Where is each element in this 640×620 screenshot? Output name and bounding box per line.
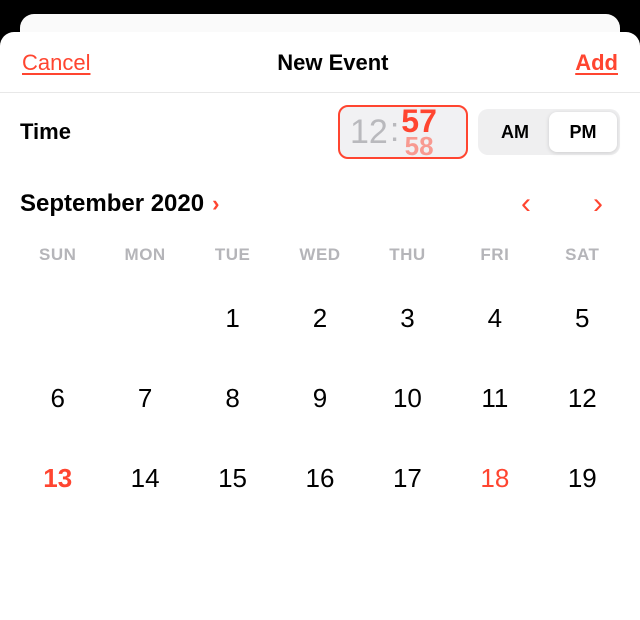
cancel-button[interactable]: Cancel [22, 50, 90, 76]
pm-option[interactable]: PM [549, 112, 617, 152]
calendar-day[interactable]: 5 [539, 295, 626, 341]
calendar-day[interactable]: 2 [276, 295, 363, 341]
calendar-empty-cell [101, 295, 188, 341]
time-picker[interactable]: 12 : 57 58 [338, 105, 468, 159]
calendar-day[interactable]: 7 [101, 375, 188, 421]
calendar-day[interactable]: 15 [189, 455, 276, 501]
add-button[interactable]: Add [575, 50, 618, 76]
time-row: Time 12 : 57 58 AM PM [0, 93, 640, 169]
time-colon: : [390, 111, 399, 150]
calendar-day[interactable]: 8 [189, 375, 276, 421]
time-minute-wheel[interactable]: 57 58 [401, 107, 437, 157]
calendar-day[interactable]: 6 [14, 375, 101, 421]
weekday-label: THU [364, 245, 451, 265]
weekday-label: WED [276, 245, 363, 265]
new-event-sheet: Cancel New Event Add Time 12 : 57 58 AM … [0, 32, 640, 620]
calendar-day[interactable]: 12 [539, 375, 626, 421]
header: Cancel New Event Add [0, 32, 640, 93]
weekday-label: MON [101, 245, 188, 265]
calendar-day[interactable]: 13 [14, 455, 101, 501]
month-selector[interactable]: September 2020 › [20, 190, 219, 218]
ampm-segmented: AM PM [478, 109, 620, 155]
calendar-day[interactable]: 14 [101, 455, 188, 501]
weekday-label: SUN [14, 245, 101, 265]
calendar-day[interactable]: 1 [189, 295, 276, 341]
calendar-day[interactable]: 18 [451, 455, 538, 501]
next-month-button[interactable]: › [586, 189, 610, 219]
calendar-empty-cell [14, 295, 101, 341]
calendar-grid: 12345678910111213141516171819 [0, 295, 640, 501]
calendar-day[interactable]: 19 [539, 455, 626, 501]
calendar-day[interactable]: 9 [276, 375, 363, 421]
month-nav: ‹ › [514, 189, 610, 219]
time-label: Time [20, 119, 71, 145]
am-option[interactable]: AM [481, 112, 549, 152]
time-minute-next: 58 [405, 135, 434, 157]
chevron-right-icon: › [212, 191, 219, 217]
month-label: September 2020 [20, 190, 204, 218]
calendar-day[interactable]: 4 [451, 295, 538, 341]
time-hour: 12 [350, 113, 388, 152]
time-controls: 12 : 57 58 AM PM [338, 105, 620, 159]
sheet-title: New Event [277, 50, 388, 76]
calendar-day[interactable]: 16 [276, 455, 363, 501]
weekday-label: FRI [451, 245, 538, 265]
weekday-label: TUE [189, 245, 276, 265]
calendar-day[interactable]: 10 [364, 375, 451, 421]
calendar-day[interactable]: 17 [364, 455, 451, 501]
calendar-day[interactable]: 3 [364, 295, 451, 341]
month-row: September 2020 › ‹ › [0, 169, 640, 229]
calendar-day[interactable]: 11 [451, 375, 538, 421]
weekday-header: SUNMONTUEWEDTHUFRISAT [0, 229, 640, 273]
weekday-label: SAT [539, 245, 626, 265]
prev-month-button[interactable]: ‹ [514, 189, 538, 219]
